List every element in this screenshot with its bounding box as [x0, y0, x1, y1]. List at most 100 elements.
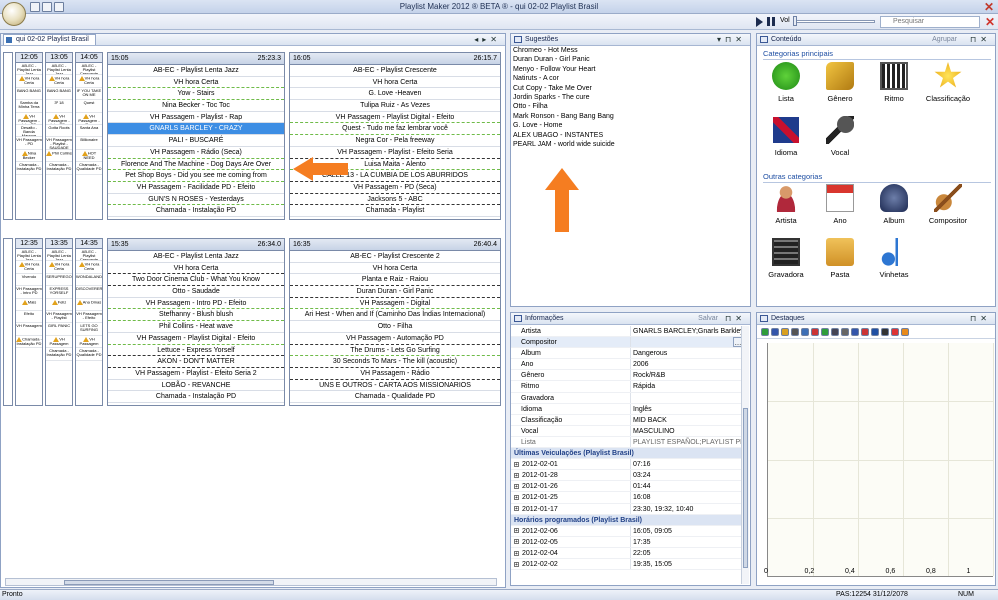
info-value[interactable]: GNARLS BARCLEY;Gnarls Barkley [631, 326, 743, 336]
toolbar-tool-icon[interactable] [891, 328, 899, 336]
mini-schedule-item[interactable]: GIRL PANIC [46, 323, 72, 336]
schedule-item[interactable]: Florence And The Machine - Dog Days Are … [108, 159, 284, 171]
information-scrollbar[interactable] [741, 326, 749, 584]
schedule-item[interactable]: Planta e Raiz - Raiou [290, 274, 500, 287]
suggestion-item[interactable]: Natiruts - A cor [511, 74, 750, 83]
expand-icon[interactable]: + [514, 506, 519, 512]
info-value[interactable]: Rock/R&B [631, 370, 743, 380]
mini-schedule-item[interactable]: VH Passagem - Intro PD [16, 113, 42, 125]
info-row[interactable]: +2012-02-06 16:05, 09:05 [511, 525, 743, 537]
category-lista[interactable]: Lista [761, 62, 811, 103]
mini-hour-block[interactable]: 14:35 AB-EC - Playlist Crescente VH hora C… [75, 238, 103, 406]
schedule-nav-buttons[interactable]: ◂▸✕ [474, 34, 501, 45]
mini-schedule-item[interactable]: Chamada - Instalação PD [16, 336, 42, 349]
mini-schedule-item[interactable]: Quest [76, 100, 102, 113]
schedule-item[interactable]: UNS E OUTROS - CARTA AOS MISSIONARIOS [290, 380, 500, 392]
mini-schedule-item[interactable]: LETS GO SURFING [76, 323, 102, 336]
toolbar-tool-icon[interactable] [851, 328, 859, 336]
app-menu-button[interactable] [2, 2, 26, 26]
mini-schedule-item[interactable]: SERUPREGO [46, 274, 72, 287]
mini-hour-block[interactable]: 12:05 AB-EC - Playlist Lenta Jazz VH hora … [15, 52, 43, 220]
expand-icon[interactable]: + [514, 472, 519, 478]
schedule-item[interactable]: VH Passagem - Digital [290, 298, 500, 310]
highlights-panel-buttons[interactable]: ⊓✕ [970, 313, 991, 324]
mini-schedule-item[interactable]: AB-EC - Playlist Lenta Jazz [46, 249, 72, 262]
mini-schedule-item[interactable]: Billionaire [76, 137, 102, 150]
toolbar-tool-icon[interactable] [901, 328, 909, 336]
mini-schedule-item[interactable]: VH hora Certa [16, 75, 42, 88]
mini-schedule-item[interactable]: Gotta Roots [46, 125, 72, 138]
hour-block-header[interactable]: 15:05 25:23.3 [108, 53, 284, 65]
mini-schedule-item[interactable]: EXPRESS YORSELF [46, 286, 72, 299]
mini-schedule-item[interactable]: HOT NEED [76, 150, 102, 163]
info-value[interactable]: Dangerous [631, 348, 743, 358]
expand-icon[interactable]: + [514, 461, 519, 467]
info-row[interactable]: +2012-01-25 16:08 [511, 492, 743, 504]
info-value[interactable] [631, 337, 733, 347]
hour-block-header[interactable]: 15:35 26:34.0 [108, 239, 284, 251]
mini-schedule-item[interactable]: 3º 18 [46, 100, 72, 113]
mini-schedule-item[interactable]: Vivendo [16, 274, 42, 287]
schedule-item[interactable]: GNARLS BARCLEY - CRAZY [108, 123, 284, 136]
toolbar-tool-icon[interactable] [861, 328, 869, 336]
schedule-item[interactable]: Ari Hest - When and If (Caminho Das Índi… [290, 309, 500, 322]
suggestion-item[interactable]: Jordin Sparks - The cure [511, 93, 750, 102]
mini-schedule-item[interactable]: VH hora Certa [76, 75, 102, 88]
mini-schedule-item[interactable]: Chamada - Qualidade PD [76, 348, 102, 361]
expand-icon[interactable]: + [514, 550, 519, 556]
category-ano[interactable]: Ano [815, 184, 865, 225]
category-ritmo[interactable]: Ritmo [869, 62, 919, 103]
mini-schedule-item[interactable]: VH Passagem - Playlist - SAUDADE [46, 137, 72, 150]
schedule-item[interactable]: Tulipa Ruiz - As Vezes [290, 100, 500, 112]
mini-schedule-item[interactable]: Chamada - Instalação PD [46, 348, 72, 361]
mini-schedule-item[interactable]: VH hora Certa [16, 261, 42, 274]
suggestion-item[interactable]: Otto - Filha [511, 102, 750, 111]
information-panel-buttons[interactable]: ⊓✕ [725, 313, 746, 324]
mini-schedule-item[interactable]: DISCOVERER [76, 286, 102, 299]
schedule-item[interactable]: VH Passagem - Playlist - Efeito Seria [290, 147, 500, 159]
info-group-header[interactable]: Últimas Veiculações (Playlist Brasil) [511, 448, 743, 460]
group-button[interactable]: Agrupar [932, 34, 957, 45]
schedule-item[interactable]: G. Love -Heaven [290, 88, 500, 101]
toolbar-tool-icon[interactable] [801, 328, 809, 336]
schedule-item[interactable]: VH Passagem - Playlist - Rap [108, 112, 284, 124]
mini-schedule-item[interactable]: AB-EC - Playlist Lenta Jazz [16, 249, 42, 262]
mini-schedule-item[interactable]: Samba da Minha Terra [16, 100, 42, 113]
category-artista[interactable]: Artista [761, 184, 811, 225]
mini-schedule-item[interactable]: Santa Ana [76, 125, 102, 138]
volume-slider[interactable] [795, 20, 875, 23]
mini-schedule-item[interactable]: Chamada - Qualidade PD [76, 162, 102, 175]
toolbar-tool-icon[interactable] [791, 328, 799, 336]
suggestion-item[interactable]: G. Love - Home [511, 121, 750, 130]
mini-hour-block[interactable]: 14:05 AB-EC - Playlist Crescente VH hora C… [75, 52, 103, 220]
mini-schedule-item[interactable]: AB-EC - Playlist Lenta Jazz [46, 63, 72, 76]
mini-schedule-item[interactable]: VH Passagem [46, 336, 72, 349]
toolbar-tool-icon[interactable] [811, 328, 819, 336]
schedule-item[interactable]: Lettuce - Express Yorself [108, 345, 284, 357]
toolbar-tool-icon[interactable] [841, 328, 849, 336]
schedule-item[interactable]: Chamada - Instalação PD [108, 205, 284, 217]
mini-schedule-item[interactable]: Ana Dinas [76, 299, 102, 311]
mini-schedule-item[interactable]: VH Passagem [76, 336, 102, 349]
schedule-item[interactable]: AB-EC - Playlist Crescente 2 [290, 251, 500, 263]
info-value[interactable]: 2006 [631, 359, 743, 369]
schedule-item[interactable]: LOBÃO - REVANCHE [108, 380, 284, 392]
search-input[interactable]: Pesquisar [880, 16, 980, 28]
schedule-item[interactable]: 30 Seconds To Mars - The kill (acoustic) [290, 356, 500, 368]
mini-schedule-item[interactable]: Efeito [16, 311, 42, 324]
category-classificacao[interactable]: Classificação [923, 62, 973, 103]
info-row[interactable]: +2012-02-02 19:35, 15:05 [511, 558, 743, 571]
category-idioma[interactable]: Idioma [761, 116, 811, 157]
schedule-item[interactable]: Negra Cor - Pela freeway [290, 135, 500, 147]
schedule-item[interactable]: VH Passagem - Intro PD - Efeito [108, 298, 284, 310]
schedule-item[interactable]: Duran Duran - Girl Panic [290, 286, 500, 298]
schedule-item[interactable]: Otto - Saudade [108, 286, 284, 298]
mini-schedule-item[interactable]: VH Passagem [16, 323, 42, 336]
toolbar-tool-icon[interactable] [781, 328, 789, 336]
category-pasta[interactable]: Pasta [815, 238, 865, 279]
toolbar-tool-icon[interactable] [821, 328, 829, 336]
schedule-item[interactable]: AKON - DON'T MATTER [108, 356, 284, 368]
save-button[interactable]: Salvar [698, 313, 718, 324]
schedule-tab[interactable]: qui 02-02 Playlist Brasil [3, 34, 96, 45]
mini-schedule-item[interactable]: AB-EC - Playlist Lenta Jazz [16, 63, 42, 76]
